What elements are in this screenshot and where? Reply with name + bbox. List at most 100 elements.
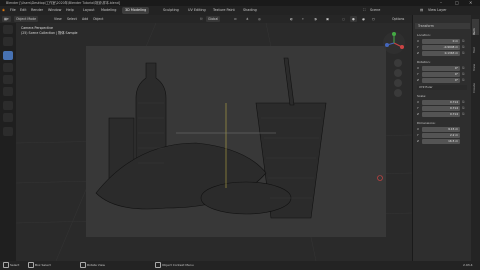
dimensions-y-row[interactable]: Y 2.2 m — [416, 133, 466, 139]
lock-icon[interactable]: ⚿ — [462, 66, 464, 72]
rotation-x-field[interactable]: 0° — [422, 66, 460, 71]
rotate-tool-icon[interactable] — [3, 63, 13, 72]
scale-x-row[interactable]: X 0.714 ⚿ — [416, 100, 466, 106]
shading-material-icon[interactable]: ◕ — [360, 16, 367, 22]
shading-rendered-icon[interactable]: ○ — [370, 16, 377, 22]
lock-icon[interactable]: ⚿ — [462, 45, 464, 51]
shading-solid-icon[interactable]: ● — [350, 16, 357, 22]
straw-mesh — [283, 57, 295, 106]
transform-panel-header[interactable]: Transform — [415, 23, 470, 29]
dimensions-z-field[interactable]: 16.5 m — [422, 139, 460, 144]
cursor-tool-icon[interactable] — [3, 37, 13, 46]
proportional-icon[interactable]: ◎ — [256, 16, 263, 22]
location-y-row[interactable]: Y -0.9948 m ⚿ — [416, 45, 466, 51]
location-z-row[interactable]: Z 0.1363 m ⚿ — [416, 51, 466, 57]
collection-label: (25) Scene Collection | 物体 Sample — [21, 31, 78, 35]
properties-sidebar: Transform Location: X 0 m ⚿ Y -0.9948 m … — [412, 15, 472, 261]
wireframe-objects — [95, 57, 383, 219]
rotation-y-row[interactable]: Y 0° ⚿ — [416, 72, 466, 78]
menu-object[interactable]: Object — [91, 16, 105, 22]
scene-name[interactable]: Scene — [370, 6, 380, 15]
move-tool-icon[interactable] — [3, 51, 13, 60]
scale-z-row[interactable]: Z 0.714 ⚿ — [416, 112, 466, 118]
select-box-tool-icon[interactable] — [3, 25, 13, 34]
orientation-dropdown[interactable]: Global — [206, 16, 221, 22]
tab-sculpting[interactable]: Sculpting — [160, 7, 182, 14]
scale-y-row[interactable]: Y 0.714 ⚿ — [416, 106, 466, 112]
pan-icon[interactable] — [394, 69, 402, 77]
menu-render[interactable]: Render — [31, 6, 43, 15]
overlay-icon[interactable]: ◑ — [312, 16, 319, 22]
snap-icon[interactable]: ⋔ — [244, 16, 251, 22]
tab-layout[interactable]: Layout — [80, 7, 98, 14]
blender-logo-icon[interactable]: ◉ — [2, 6, 5, 15]
add-cube-tool-icon[interactable] — [3, 127, 13, 136]
tab-item[interactable]: Item — [472, 19, 479, 35]
zoom-icon[interactable] — [394, 59, 402, 67]
rotation-mode-dropdown[interactable]: XYZ Euler — [417, 85, 467, 90]
dimensions-z-row[interactable]: Z 16.5 m — [416, 139, 466, 145]
menu-add[interactable]: Add — [80, 16, 90, 22]
tab-uv-editing[interactable]: UV Editing — [185, 7, 209, 14]
lock-icon[interactable]: ⚿ — [462, 100, 464, 106]
menu-window[interactable]: Window — [48, 6, 61, 15]
tab-shading[interactable]: Shading — [240, 7, 260, 14]
rotation-y-field[interactable]: 0° — [422, 72, 460, 77]
transform-tool-icon[interactable] — [3, 87, 13, 96]
orientation-icon[interactable]: ⤧ — [198, 16, 205, 22]
rotation-z-field[interactable]: 0° — [422, 78, 460, 83]
menu-help[interactable]: Help — [66, 6, 74, 15]
dimensions-y-field[interactable]: 2.2 m — [422, 133, 460, 138]
xray-icon[interactable]: ▣ — [324, 16, 331, 22]
location-y-field[interactable]: -0.9948 m — [422, 45, 460, 50]
mode-dropdown[interactable]: Object Mode — [14, 16, 39, 22]
lock-icon[interactable]: ⚿ — [462, 39, 464, 45]
annotate-tool-icon[interactable] — [3, 101, 13, 110]
location-x-field[interactable]: 0 m — [422, 39, 460, 44]
measure-tool-icon[interactable] — [3, 113, 13, 122]
location-label: Location: — [417, 33, 431, 37]
version-label: 2.93.4 — [463, 263, 473, 267]
visibility-icon[interactable]: ◐ — [288, 16, 295, 22]
lock-icon[interactable]: ⚿ — [462, 78, 464, 84]
rotation-z-row[interactable]: Z 0° ⚿ — [416, 78, 466, 84]
select-hint: Select — [3, 261, 19, 270]
scene-icon: ⛶ — [363, 8, 366, 12]
rotation-x-row[interactable]: X 0° ⚿ — [416, 66, 466, 72]
tab-modeling[interactable]: Modeling — [98, 7, 119, 14]
menu-select[interactable]: Select — [65, 16, 79, 22]
pivot-icon[interactable]: ⊙ — [232, 16, 239, 22]
lock-icon[interactable]: ⚿ — [462, 106, 464, 112]
lock-icon[interactable]: ⚿ — [462, 72, 464, 78]
tab-view[interactable]: View — [472, 55, 479, 71]
scale-x-field[interactable]: 0.714 — [422, 100, 460, 105]
editor-type-icon[interactable]: ▦▾ — [2, 16, 11, 22]
tab-3d-modeling[interactable]: 3D Modeling — [122, 7, 150, 14]
context-menu-hint: Object Context Menu — [155, 261, 194, 270]
tab-texture-paint[interactable]: Texture Paint — [210, 7, 238, 14]
shading-wireframe-icon[interactable]: ◌ — [340, 16, 347, 22]
location-z-field[interactable]: 0.1363 m — [422, 51, 460, 56]
tab-tool[interactable]: Tool — [472, 37, 479, 53]
dimensions-x-field[interactable]: 9.15 m — [422, 127, 460, 132]
camera-view-icon[interactable] — [394, 79, 402, 87]
scale-tool-icon[interactable] — [3, 75, 13, 84]
menu-file[interactable]: File — [10, 6, 16, 15]
view-layer-name[interactable]: View Layer — [428, 6, 447, 15]
menu-edit[interactable]: Edit — [20, 6, 27, 15]
scale-z-field[interactable]: 0.714 — [422, 112, 460, 117]
options-dropdown[interactable]: Options — [390, 16, 406, 22]
dimensions-x-row[interactable]: X 9.15 m — [416, 127, 466, 133]
menu-view[interactable]: View — [52, 16, 64, 22]
gizmo-icon[interactable]: ⌖ — [300, 16, 306, 22]
viewport-info: Camera Perspective (25) Scene Collection… — [21, 26, 78, 36]
navigation-gizmo-icon[interactable] — [382, 31, 406, 55]
perspective-toggle-icon[interactable] — [394, 89, 402, 97]
location-x-row[interactable]: X 0 m ⚿ — [416, 39, 466, 45]
tab-create[interactable]: Create — [472, 73, 479, 93]
scale-y-field[interactable]: 0.714 — [422, 106, 460, 111]
3d-viewport[interactable]: Camera Perspective (25) Scene Collection… — [16, 23, 412, 261]
lock-icon[interactable]: ⚿ — [462, 51, 464, 57]
lock-icon[interactable]: ⚿ — [462, 112, 464, 118]
top-menubar: ◉ File Edit Render Window Help Layout Mo… — [0, 6, 480, 15]
